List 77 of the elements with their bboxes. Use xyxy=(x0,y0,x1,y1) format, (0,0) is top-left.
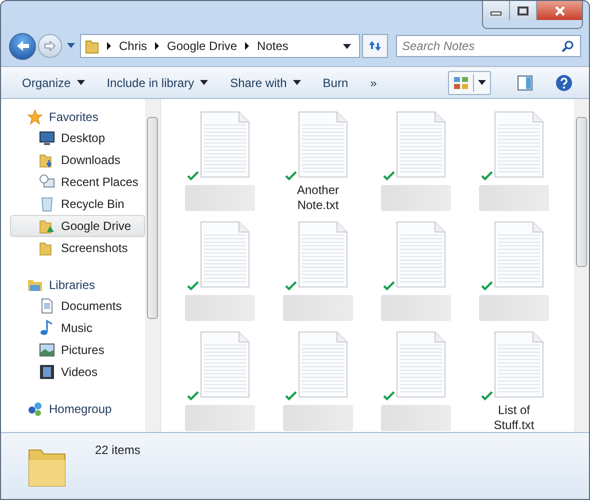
file-name: Another Note.txt xyxy=(296,183,340,213)
folder-icon xyxy=(39,218,55,234)
history-dropdown-icon[interactable] xyxy=(67,43,75,49)
caret-icon xyxy=(76,80,85,85)
picture-icon xyxy=(39,342,55,358)
item-count: 22 items xyxy=(95,443,140,457)
toolbar-command[interactable]: Include in library xyxy=(102,72,214,92)
close-icon xyxy=(554,6,566,16)
breadcrumb-item[interactable]: Chris xyxy=(119,39,148,53)
forward-button[interactable] xyxy=(38,34,62,58)
navigation-item[interactable]: Pictures xyxy=(10,339,145,361)
maximize-button[interactable] xyxy=(510,1,537,20)
navigation-item[interactable]: Recent Places xyxy=(10,171,145,193)
music-note-icon xyxy=(39,320,55,336)
navigation-group[interactable]: Libraries xyxy=(10,275,145,295)
document-icon xyxy=(39,298,55,314)
blurred-label xyxy=(381,185,451,211)
search-field[interactable]: Search Notes xyxy=(396,35,581,57)
library-folder-icon xyxy=(27,277,43,293)
blurred-label xyxy=(283,295,353,321)
folder-icon xyxy=(85,38,99,54)
recent-places-icon xyxy=(39,174,55,190)
navigation-item[interactable]: Downloads xyxy=(10,149,145,171)
navigation-item[interactable]: Recycle Bin xyxy=(10,193,145,215)
navigation-group[interactable]: Favorites xyxy=(10,107,145,127)
preview-pane-icon[interactable] xyxy=(517,74,533,90)
minimize-button[interactable] xyxy=(483,1,510,20)
arrow-right-icon xyxy=(44,41,56,51)
blurred-label xyxy=(185,295,255,321)
star-icon xyxy=(27,109,43,125)
navigation-item[interactable]: Google Drive xyxy=(10,215,145,237)
close-button[interactable] xyxy=(537,1,582,20)
navigation-item[interactable]: Videos xyxy=(10,361,145,383)
address-bar[interactable]: Chris Google Drive Notes xyxy=(80,34,360,58)
blurred-label xyxy=(479,185,549,211)
chevron-right-icon xyxy=(244,42,250,50)
navigation-item[interactable]: Desktop xyxy=(10,127,145,149)
caret-icon[interactable] xyxy=(343,44,351,48)
navigation-item[interactable]: Music xyxy=(10,317,145,339)
film-strip-icon xyxy=(39,364,55,380)
refresh-arrows-icon xyxy=(367,39,383,53)
scrollbar[interactable] xyxy=(574,99,589,432)
blurred-label xyxy=(185,185,255,211)
file-item[interactable]: List of Stuff.txt xyxy=(465,331,563,441)
search-icon xyxy=(561,40,574,53)
change-view-button[interactable] xyxy=(448,70,491,94)
recycle-bin-icon xyxy=(39,196,55,212)
navigation-item[interactable]: Documents xyxy=(10,295,145,317)
toolbar-command[interactable]: Burn xyxy=(318,72,354,92)
view-tiles-icon xyxy=(453,76,469,90)
chevron-right-icon xyxy=(154,42,160,50)
desktop-icon xyxy=(39,130,55,146)
help-icon[interactable] xyxy=(555,74,573,92)
back-button[interactable] xyxy=(9,32,36,60)
blurred-label xyxy=(185,405,255,431)
toolbar-command[interactable]: Share with xyxy=(225,72,306,92)
refresh-button[interactable] xyxy=(362,34,388,58)
caret-icon xyxy=(200,80,208,85)
navigation-group[interactable]: Homegroup xyxy=(10,399,145,419)
homegroup-icon xyxy=(27,401,43,417)
blurred-label xyxy=(381,405,451,431)
more-commands-button[interactable]: » xyxy=(365,72,382,92)
caret-icon xyxy=(292,80,301,85)
caret-icon xyxy=(478,80,486,85)
arrow-left-icon xyxy=(14,39,30,53)
toolbar-command[interactable]: Organize xyxy=(17,72,90,92)
file-name: List of Stuff.txt xyxy=(492,403,536,433)
scrollbar[interactable] xyxy=(145,99,160,432)
maximize-icon xyxy=(517,6,529,16)
file-item[interactable]: Another Note.txt xyxy=(269,111,367,221)
navigation-item[interactable]: Screenshots xyxy=(10,237,145,259)
breadcrumb-item[interactable]: Google Drive xyxy=(167,39,238,53)
blurred-label xyxy=(479,295,549,321)
blurred-label xyxy=(381,295,451,321)
chevron-right-icon xyxy=(106,42,112,50)
blurred-label xyxy=(283,405,353,431)
breadcrumb-item[interactable]: Notes xyxy=(257,39,288,53)
